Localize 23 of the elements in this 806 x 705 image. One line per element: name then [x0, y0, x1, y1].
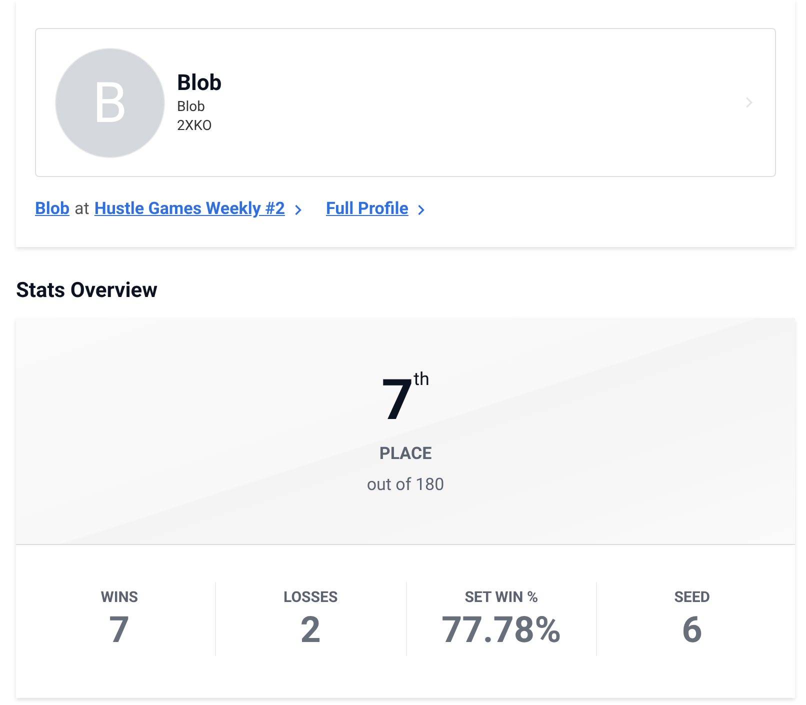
full-profile-link[interactable]: Full Profile	[326, 197, 408, 222]
chevron-right-icon	[745, 96, 753, 109]
placement-rank: 7	[382, 370, 414, 430]
player-link[interactable]: Blob	[35, 197, 70, 222]
event-link[interactable]: Hustle Games Weekly #2	[94, 197, 285, 222]
stat-label: LOSSES	[284, 586, 338, 608]
stat-value: 7	[109, 608, 130, 652]
connector-text: at	[74, 198, 90, 221]
stat-value: 2	[300, 608, 321, 652]
player-game: 2XKO	[177, 116, 213, 136]
stat-label: WINS	[100, 586, 138, 608]
player-name: Blob	[177, 70, 222, 98]
section-heading: Stats Overview	[16, 278, 159, 304]
chevron-right-icon	[294, 204, 302, 216]
chevron-right-icon	[417, 204, 426, 216]
stat-label: SEED	[674, 586, 710, 608]
stat-value: 6	[682, 608, 702, 652]
stat-value: 77.78%	[442, 608, 562, 652]
placement-total: out of 180	[366, 474, 444, 497]
player-tag: Blob	[177, 98, 222, 116]
stat-label: SET WIN %	[464, 586, 538, 608]
placement-label: PLACE	[379, 442, 432, 466]
placement-suffix: th	[414, 370, 430, 390]
